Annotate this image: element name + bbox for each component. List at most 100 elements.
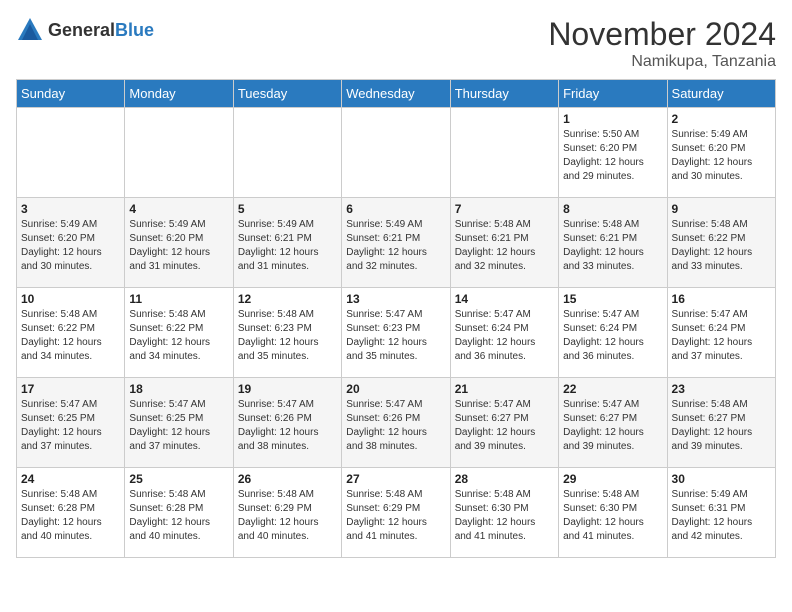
- day-number: 17: [21, 382, 120, 396]
- day-detail: Sunrise: 5:47 AM Sunset: 6:24 PM Dayligh…: [455, 308, 554, 364]
- header-monday: Monday: [125, 80, 233, 108]
- calendar-cell-0-6: 2 Sunrise: 5:49 AM Sunset: 6:20 PM Daylig…: [667, 108, 775, 198]
- day-detail: Sunrise: 5:48 AM Sunset: 6:22 PM Dayligh…: [129, 308, 228, 364]
- calendar-table: Sunday Monday Tuesday Wednesday Thursday…: [16, 79, 776, 558]
- day-number: 28: [455, 472, 554, 486]
- calendar-cell-1-4: 7Sunrise: 5:48 AM Sunset: 6:21 PM Daylig…: [450, 198, 558, 288]
- day-detail: Sunrise: 5:48 AM Sunset: 6:23 PM Dayligh…: [238, 308, 337, 364]
- day-number: 10: [21, 292, 120, 306]
- calendar-cell-3-3: 20Sunrise: 5:47 AM Sunset: 6:26 PM Dayli…: [342, 378, 450, 468]
- calendar-cell-2-3: 13Sunrise: 5:47 AM Sunset: 6:23 PM Dayli…: [342, 288, 450, 378]
- calendar-cell-1-6: 9Sunrise: 5:48 AM Sunset: 6:22 PM Daylig…: [667, 198, 775, 288]
- calendar-cell-0-5: 1Sunrise: 5:50 AM Sunset: 6:20 PM Daylig…: [559, 108, 667, 198]
- header-sunday: Sunday: [17, 80, 125, 108]
- calendar-cell-1-3: 6 Sunrise: 5:49 AM Sunset: 6:21 PM Daylig…: [342, 198, 450, 288]
- calendar-cell-2-5: 15 Sunrise: 5:47 AM Sunset: 6:24 PM Dayli…: [559, 288, 667, 378]
- week-row-4: 24 Sunrise: 5:48 AM Sunset: 6:28 PM Dayli…: [17, 468, 776, 558]
- day-number: 24: [21, 472, 120, 486]
- calendar-cell-4-3: 27 Sunrise: 5:48 AM Sunset: 6:29 PM Dayli…: [342, 468, 450, 558]
- calendar-cell-3-6: 23 Sunrise: 5:48 AM Sunset: 6:27 PM Dayli…: [667, 378, 775, 468]
- day-number: 16: [672, 292, 771, 306]
- day-detail: Sunrise: 5:49 AM Sunset: 6:21 PM Dayligh…: [238, 218, 337, 274]
- day-number: 25: [129, 472, 228, 486]
- location-subtitle: Namikupa, Tanzania: [548, 53, 776, 71]
- day-number: 26: [238, 472, 337, 486]
- calendar-cell-4-4: 28 Sunrise: 5:48 AM Sunset: 6:30 PM Dayli…: [450, 468, 558, 558]
- day-number: 14: [455, 292, 554, 306]
- logo-icon: [16, 16, 44, 44]
- calendar-cell-4-1: 25 Sunrise: 5:48 AM Sunset: 6:28 PM Dayli…: [125, 468, 233, 558]
- calendar-cell-3-5: 22Sunrise: 5:47 AM Sunset: 6:27 PM Dayli…: [559, 378, 667, 468]
- day-detail: Sunrise: 5:48 AM Sunset: 6:28 PM Dayligh…: [21, 488, 120, 544]
- day-detail: Sunrise: 5:48 AM Sunset: 6:21 PM Dayligh…: [563, 218, 662, 274]
- calendar-cell-4-5: 29Sunrise: 5:48 AM Sunset: 6:30 PM Dayli…: [559, 468, 667, 558]
- calendar-cell-0-4: [450, 108, 558, 198]
- calendar-cell-4-0: 24 Sunrise: 5:48 AM Sunset: 6:28 PM Dayli…: [17, 468, 125, 558]
- calendar-cell-3-1: 18 Sunrise: 5:47 AM Sunset: 6:25 PM Dayli…: [125, 378, 233, 468]
- day-detail: Sunrise: 5:49 AM Sunset: 6:31 PM Dayligh…: [672, 488, 771, 544]
- day-number: 9: [672, 202, 771, 216]
- calendar-cell-0-2: [233, 108, 341, 198]
- day-detail: Sunrise: 5:49 AM Sunset: 6:20 PM Dayligh…: [21, 218, 120, 274]
- day-detail: Sunrise: 5:48 AM Sunset: 6:22 PM Dayligh…: [21, 308, 120, 364]
- day-number: 6: [346, 202, 445, 216]
- day-number: 21: [455, 382, 554, 396]
- calendar-cell-1-1: 4Sunrise: 5:49 AM Sunset: 6:20 PM Daylig…: [125, 198, 233, 288]
- header-wednesday: Wednesday: [342, 80, 450, 108]
- logo: GeneralBlue: [16, 16, 154, 44]
- day-number: 23: [672, 382, 771, 396]
- day-detail: Sunrise: 5:49 AM Sunset: 6:20 PM Dayligh…: [672, 128, 771, 184]
- day-detail: Sunrise: 5:50 AM Sunset: 6:20 PM Dayligh…: [563, 128, 662, 184]
- day-detail: Sunrise: 5:47 AM Sunset: 6:27 PM Dayligh…: [563, 398, 662, 454]
- header-tuesday: Tuesday: [233, 80, 341, 108]
- day-detail: Sunrise: 5:47 AM Sunset: 6:26 PM Dayligh…: [346, 398, 445, 454]
- header-thursday: Thursday: [450, 80, 558, 108]
- day-detail: Sunrise: 5:49 AM Sunset: 6:21 PM Dayligh…: [346, 218, 445, 274]
- day-detail: Sunrise: 5:47 AM Sunset: 6:26 PM Dayligh…: [238, 398, 337, 454]
- calendar-cell-2-1: 11 Sunrise: 5:48 AM Sunset: 6:22 PM Dayli…: [125, 288, 233, 378]
- calendar-cell-3-4: 21 Sunrise: 5:47 AM Sunset: 6:27 PM Dayli…: [450, 378, 558, 468]
- calendar-cell-0-0: [17, 108, 125, 198]
- day-number: 11: [129, 292, 228, 306]
- week-row-1: 3Sunrise: 5:49 AM Sunset: 6:20 PM Daylig…: [17, 198, 776, 288]
- day-detail: Sunrise: 5:48 AM Sunset: 6:28 PM Dayligh…: [129, 488, 228, 544]
- header-friday: Friday: [559, 80, 667, 108]
- day-number: 15: [563, 292, 662, 306]
- day-detail: Sunrise: 5:47 AM Sunset: 6:24 PM Dayligh…: [563, 308, 662, 364]
- day-number: 30: [672, 472, 771, 486]
- calendar-cell-0-1: [125, 108, 233, 198]
- week-row-2: 10 Sunrise: 5:48 AM Sunset: 6:22 PM Dayli…: [17, 288, 776, 378]
- calendar-cell-1-2: 5 Sunrise: 5:49 AM Sunset: 6:21 PM Daylig…: [233, 198, 341, 288]
- logo-text-blue: Blue: [115, 20, 154, 40]
- day-detail: Sunrise: 5:47 AM Sunset: 6:25 PM Dayligh…: [21, 398, 120, 454]
- calendar-cell-4-6: 30 Sunrise: 5:49 AM Sunset: 6:31 PM Dayli…: [667, 468, 775, 558]
- day-number: 19: [238, 382, 337, 396]
- month-title: November 2024: [548, 16, 776, 53]
- day-number: 8: [563, 202, 662, 216]
- day-detail: Sunrise: 5:48 AM Sunset: 6:29 PM Dayligh…: [238, 488, 337, 544]
- day-detail: Sunrise: 5:48 AM Sunset: 6:30 PM Dayligh…: [455, 488, 554, 544]
- day-detail: Sunrise: 5:48 AM Sunset: 6:27 PM Dayligh…: [672, 398, 771, 454]
- page-header: GeneralBlue November 2024 Namikupa, Tanz…: [16, 16, 776, 71]
- calendar-cell-4-2: 26 Sunrise: 5:48 AM Sunset: 6:29 PM Dayli…: [233, 468, 341, 558]
- day-number: 18: [129, 382, 228, 396]
- week-row-3: 17 Sunrise: 5:47 AM Sunset: 6:25 PM Dayli…: [17, 378, 776, 468]
- day-detail: Sunrise: 5:47 AM Sunset: 6:24 PM Dayligh…: [672, 308, 771, 364]
- logo-text-general: General: [48, 20, 115, 40]
- week-row-0: 1Sunrise: 5:50 AM Sunset: 6:20 PM Daylig…: [17, 108, 776, 198]
- day-number: 2: [672, 112, 771, 126]
- calendar-cell-1-0: 3Sunrise: 5:49 AM Sunset: 6:20 PM Daylig…: [17, 198, 125, 288]
- calendar-cell-2-0: 10 Sunrise: 5:48 AM Sunset: 6:22 PM Dayli…: [17, 288, 125, 378]
- day-detail: Sunrise: 5:47 AM Sunset: 6:25 PM Dayligh…: [129, 398, 228, 454]
- day-number: 7: [455, 202, 554, 216]
- calendar-cell-3-2: 19 Sunrise: 5:47 AM Sunset: 6:26 PM Dayli…: [233, 378, 341, 468]
- day-detail: Sunrise: 5:48 AM Sunset: 6:29 PM Dayligh…: [346, 488, 445, 544]
- day-number: 4: [129, 202, 228, 216]
- calendar-cell-2-6: 16 Sunrise: 5:47 AM Sunset: 6:24 PM Dayli…: [667, 288, 775, 378]
- day-number: 5: [238, 202, 337, 216]
- day-number: 27: [346, 472, 445, 486]
- day-number: 12: [238, 292, 337, 306]
- title-block: November 2024 Namikupa, Tanzania: [548, 16, 776, 71]
- header-saturday: Saturday: [667, 80, 775, 108]
- day-detail: Sunrise: 5:47 AM Sunset: 6:27 PM Dayligh…: [455, 398, 554, 454]
